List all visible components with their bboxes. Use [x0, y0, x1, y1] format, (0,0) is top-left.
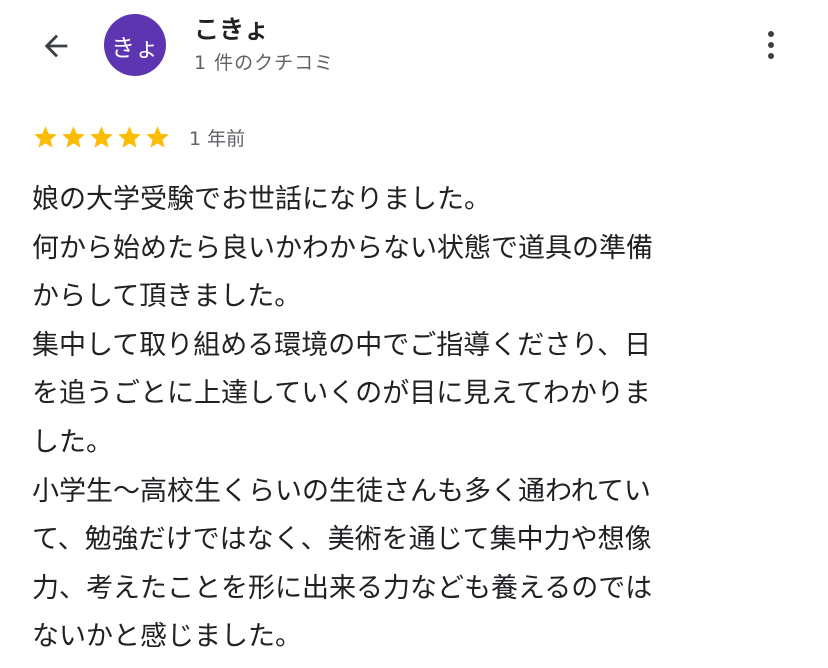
review-line: 力、考えたことを形に出来る力なども養えるのでは — [32, 572, 653, 604]
review-line: 集中して取り組める環境の中でご指導くださり、日 — [32, 329, 652, 361]
avatar[interactable]: きょ — [104, 14, 166, 76]
star-icon — [34, 125, 57, 148]
arrow-back-icon — [44, 34, 68, 58]
review-line: した。 — [32, 426, 113, 458]
review-line: 娘の大学受験でお世話になりました。 — [32, 184, 491, 215]
review-line: ないかと感じました。 — [32, 621, 302, 653]
review-text: 娘の大学受験でお世話になりました。何から始めたら良いかわからない状態で道具の準備… — [32, 176, 802, 662]
review-count: 1 件のクチコミ — [194, 52, 335, 74]
reviewer-name[interactable]: こきょ — [194, 10, 269, 46]
review-line: 小学生〜高校生くらいの生徒さんも多く通われてい — [32, 475, 651, 507]
review-line: からして頂きました。 — [32, 281, 302, 313]
star-icon — [62, 125, 85, 148]
review-line: を追うごとに上達していくのが目に見えてわかりま — [32, 378, 651, 410]
star-icon — [146, 125, 169, 148]
more-options-button[interactable] — [758, 26, 784, 64]
avatar-initials: きょ — [111, 33, 159, 62]
review-line: て、勉強だけではなく、美術を通じて集中力や想像 — [32, 524, 652, 556]
rating-row: 1 年前 — [32, 122, 245, 152]
review-header: きょ こきょ 1 件のクチコミ — [0, 0, 828, 96]
review-line: 何から始めたら良いかわからない状態で道具の準備 — [32, 232, 653, 264]
more-vert-icon — [768, 31, 774, 37]
star-icon — [118, 125, 141, 148]
review-time: 1 年前 — [189, 127, 246, 150]
star-rating — [32, 124, 171, 151]
back-button[interactable] — [36, 26, 76, 66]
star-icon — [90, 125, 113, 148]
